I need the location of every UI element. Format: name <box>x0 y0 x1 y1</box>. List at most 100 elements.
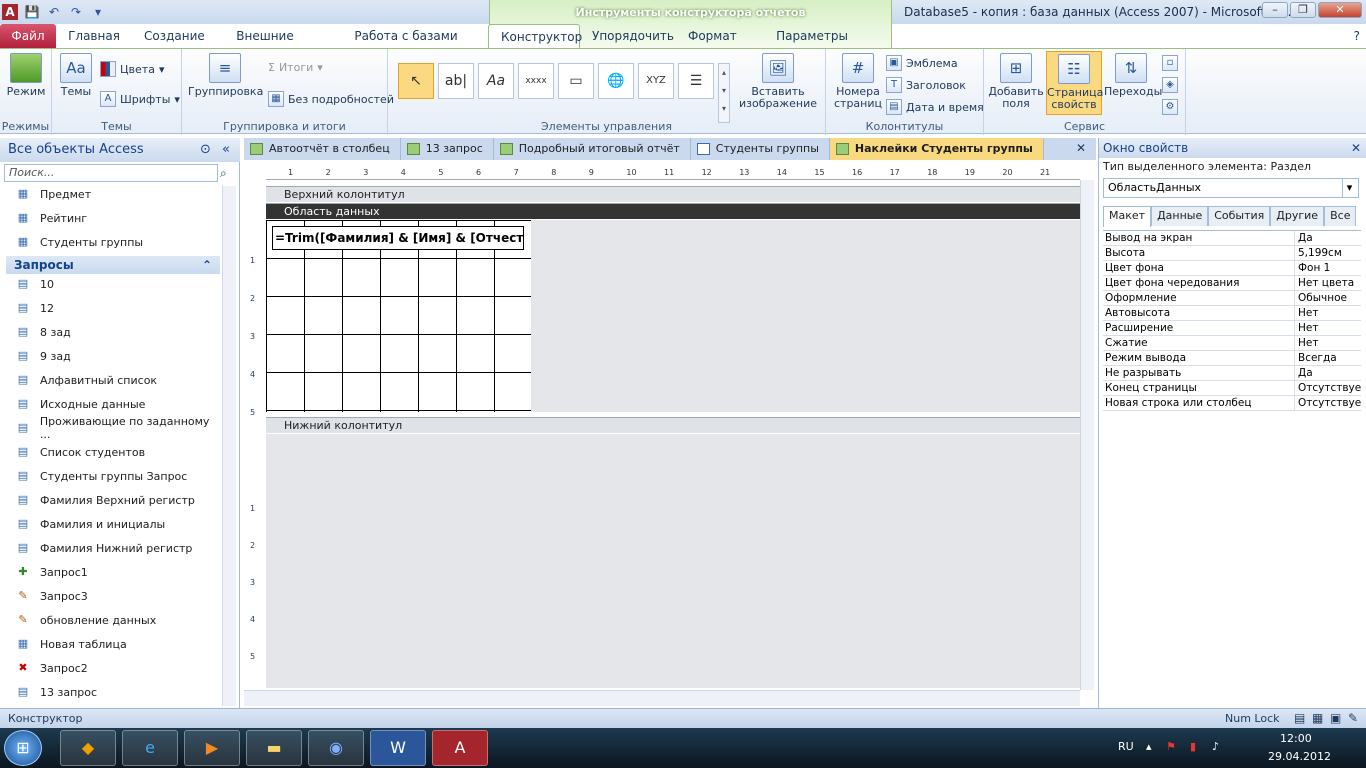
tab-arrange[interactable]: Упорядочить <box>580 24 676 48</box>
nav-item-query[interactable]: ▤ Фамилия Верхний регистр <box>0 488 222 512</box>
vertical-scrollbar[interactable] <box>1080 180 1094 690</box>
tab-home[interactable]: Главная <box>56 24 132 48</box>
group-sort-button[interactable]: ≡ Группировка <box>188 53 263 98</box>
taskbar-access-icon[interactable]: A <box>432 730 488 766</box>
language-indicator[interactable]: RU <box>1118 740 1134 753</box>
property-row[interactable]: Цвет фона чередования Нет цвета <box>1103 276 1361 291</box>
property-row[interactable]: Конец страницы Отсутствует <box>1103 381 1361 396</box>
print-preview-icon[interactable]: ▣ <box>1330 709 1341 728</box>
nav-item-table[interactable]: ▦ Рейтинг <box>0 206 222 230</box>
signal-icon[interactable]: ▮ <box>1190 740 1196 753</box>
nav-item-query[interactable]: ✖ Запрос2 <box>0 656 222 680</box>
props-tab[interactable]: Макет <box>1103 206 1152 227</box>
fonts-button[interactable]: A Шрифты ▾ <box>100 91 180 107</box>
clock-time[interactable]: 12:00 <box>1280 732 1312 745</box>
tab-order-button[interactable]: ⇅ Переходы <box>1104 53 1162 98</box>
property-value[interactable]: Отсутствует <box>1295 381 1361 395</box>
property-row[interactable]: Не разрывать Да <box>1103 366 1361 381</box>
property-value[interactable]: Обычное <box>1295 291 1361 305</box>
colors-button[interactable]: Цвета ▾ <box>100 61 164 77</box>
property-row[interactable]: Новая строка или столбец Отсутствует <box>1103 396 1361 411</box>
detail-canvas[interactable]: =Trim([Фамилия] & [Имя] & [Отчество <box>266 220 1080 412</box>
page-header-bar[interactable]: Верхний колонтитул <box>266 186 1080 202</box>
nav-item-query[interactable]: ▤ 13 запрос <box>0 680 222 704</box>
footer-canvas[interactable] <box>266 434 1080 688</box>
start-button[interactable]: ⊞ <box>4 730 42 766</box>
props-tab[interactable]: Данные <box>1151 206 1209 226</box>
property-value[interactable]: Нет <box>1295 336 1361 350</box>
props-tab[interactable]: События <box>1208 206 1271 226</box>
doc-tab[interactable]: Наклейки Студенты группы <box>829 138 1044 160</box>
nav-header[interactable]: Все объекты Access ⊙ « <box>0 138 240 162</box>
button-tool-icon[interactable]: xxxx <box>518 63 554 99</box>
tab-page-setup[interactable]: Параметры страницы <box>746 24 878 67</box>
save-icon[interactable]: 💾 <box>24 4 40 20</box>
property-row[interactable]: Вывод на экран Да <box>1103 231 1361 246</box>
nav-item-query[interactable]: ▤ Проживающие по заданному ... <box>0 415 222 441</box>
tab-external-data[interactable]: Внешние данные <box>206 24 324 67</box>
doc-tab[interactable]: Студенты группы <box>691 138 830 160</box>
design-view-icon[interactable]: ✎ <box>1348 709 1358 728</box>
add-fields-button[interactable]: ⊞ Добавить поля <box>988 53 1044 110</box>
property-row[interactable]: Расширение Нет <box>1103 321 1361 336</box>
full-name-textbox[interactable]: =Trim([Фамилия] & [Имя] & [Отчество <box>272 226 524 250</box>
nav-item-query[interactable]: ▤ 9 зад <box>0 344 222 368</box>
themes-button[interactable]: Aa Темы <box>56 53 96 98</box>
property-row[interactable]: Режим вывода Всегда <box>1103 351 1361 366</box>
detail-section-bar[interactable]: Область данных <box>266 203 1080 219</box>
nav-item-query[interactable]: ▤ Фамилия и инициалы <box>0 512 222 536</box>
property-value[interactable]: 5,199см <box>1295 246 1361 260</box>
property-row[interactable]: Автовысота Нет <box>1103 306 1361 321</box>
tab-file[interactable]: Файл <box>0 24 56 48</box>
tab-format[interactable]: Формат <box>676 24 746 48</box>
tab-control-icon[interactable]: ▭ <box>558 63 594 99</box>
property-value[interactable]: Нет <box>1295 306 1361 320</box>
hide-details-button[interactable]: ▦ Без подробностей <box>268 91 394 107</box>
taskbar-ie-icon[interactable]: e <box>122 730 178 766</box>
nav-item-query[interactable]: ✚ Запрос1 <box>0 560 222 584</box>
report-view-icon[interactable]: ▦ <box>1312 709 1323 728</box>
nav-item-table[interactable]: ▦ Студенты группы <box>0 230 222 254</box>
object-selector[interactable]: ОбластьДанных ▾ <box>1103 178 1359 198</box>
property-value[interactable]: Да <box>1295 231 1361 245</box>
props-tab[interactable]: Другие <box>1270 206 1325 226</box>
close-button[interactable]: ✕ <box>1318 2 1362 18</box>
property-value[interactable]: Нет <box>1295 321 1361 335</box>
property-row[interactable]: Высота 5,199см <box>1103 246 1361 261</box>
navigation-tool-icon[interactable]: ☰ <box>678 63 714 99</box>
volume-icon[interactable]: ♪ <box>1212 740 1219 753</box>
web-browser-tool-icon[interactable]: XYZ <box>638 63 674 99</box>
property-value[interactable]: Нет цвета <box>1295 276 1361 290</box>
logo-button[interactable]: ▣ Эмблема <box>886 55 958 71</box>
subform-icon[interactable]: ▫ <box>1162 55 1178 71</box>
nav-item-query[interactable]: ▤ Алфавитный список <box>0 368 222 392</box>
tab-database-tools[interactable]: Работа с базами данных <box>324 24 488 67</box>
taskbar-explorer-icon[interactable]: ▬ <box>246 730 302 766</box>
nav-item-table[interactable]: ▦ Предмет <box>0 182 222 206</box>
horizontal-scrollbar[interactable] <box>244 690 1080 706</box>
title-button[interactable]: T Заголовок <box>886 77 966 93</box>
taskbar-app-icon[interactable]: ◉ <box>308 730 364 766</box>
minimize-button[interactable]: – <box>1262 2 1288 18</box>
tab-design[interactable]: Конструктор <box>488 24 582 48</box>
select-tool-icon[interactable]: ↖ <box>398 63 434 99</box>
nav-search-input[interactable]: Поиск... <box>4 164 218 182</box>
convert-macros-icon[interactable]: ⚙ <box>1162 99 1178 115</box>
property-value[interactable]: Фон 1 <box>1295 261 1361 275</box>
close-icon[interactable]: ✕ <box>1351 138 1361 158</box>
date-time-button[interactable]: ▤ Дата и время <box>886 99 984 115</box>
help-icon[interactable]: ? <box>1348 24 1366 48</box>
redo-icon[interactable]: ↷ <box>68 4 84 20</box>
chevron-down-icon[interactable]: ▾ <box>1342 179 1356 197</box>
nav-item-query[interactable]: ▦ Новая таблица <box>0 632 222 656</box>
nav-item-query[interactable]: ▤ 10 <box>0 272 222 296</box>
nav-item-query[interactable]: ▤ Исходные данные <box>0 392 222 416</box>
page-footer-bar[interactable]: Нижний колонтитул <box>266 417 1080 433</box>
undo-icon[interactable]: ↶ <box>46 4 62 20</box>
property-value[interactable]: Да <box>1295 366 1361 380</box>
label-tool-icon[interactable]: Aa <box>478 63 514 99</box>
insert-image-button[interactable]: 🖼 Вставить изображение <box>736 53 820 110</box>
nav-item-query[interactable]: ▤ 12 <box>0 296 222 320</box>
nav-scrollbar[interactable] <box>222 186 236 706</box>
network-icon[interactable]: ⚑ <box>1166 740 1176 753</box>
